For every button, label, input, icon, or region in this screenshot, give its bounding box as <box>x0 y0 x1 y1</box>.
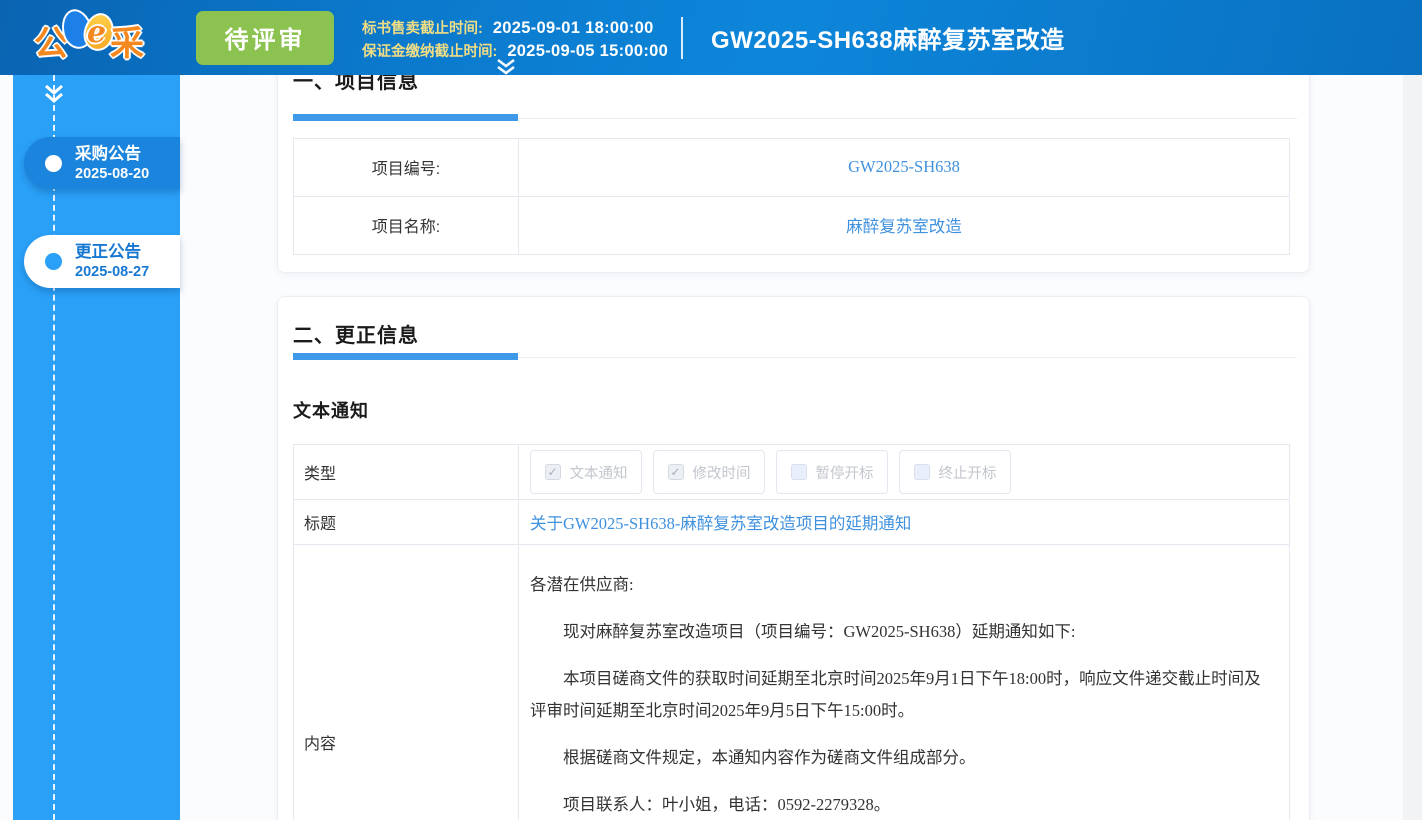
deposit-deadline-label: 保证金缴纳截止时间: <box>362 40 497 61</box>
table-row-project-number: 项目编号: GW2025-SH638 <box>294 139 1289 197</box>
checkbox-pause-bid-opening[interactable]: 暂停开标 <box>776 450 888 494</box>
notice-paragraph: 项目联系人：叶小姐，电话：0592-2279328。 <box>530 789 1265 820</box>
sidebar-item-date: 2025-08-27 <box>75 263 149 281</box>
table-row-project-name: 项目名称: 麻醉复苏室改造 <box>294 197 1289 255</box>
type-checkbox-group: ✓ 文本通知 ✓ 修改时间 暂停开标 终止开标 <box>519 450 1011 494</box>
title-label: 标题 <box>304 510 336 534</box>
section-accent-bar <box>293 353 518 360</box>
sidebar-item-label: 采购公告 <box>75 144 149 164</box>
checkbox-text-notice[interactable]: ✓ 文本通知 <box>530 450 642 494</box>
notice-title-link[interactable]: 关于GW2025-SH638-麻醉复苏室改造项目的延期通知 <box>530 510 911 534</box>
page-title: GW2025-SH638麻醉复苏室改造 <box>711 20 1065 55</box>
checkbox-checked-icon: ✓ <box>668 464 684 480</box>
section-accent-bar <box>293 114 518 121</box>
app-logo: 公 e 采 <box>34 7 144 69</box>
project-number-link[interactable]: GW2025-SH638 <box>848 157 960 177</box>
chevron-double-down-icon <box>43 83 65 103</box>
header-divider <box>681 17 683 59</box>
deposit-deadline-value: 2025-09-05 15:00:00 <box>507 42 668 61</box>
sidebar-item-correction-notice[interactable]: 更正公告 2025-08-27 <box>24 235 180 288</box>
bid-sale-deadline-label: 标书售卖截止时间: <box>362 17 483 38</box>
text-notice-heading: 文本通知 <box>293 397 369 423</box>
timeline-dot-icon <box>45 155 62 172</box>
sidebar-item-date: 2025-08-20 <box>75 165 149 183</box>
timeline-sidebar: 采购公告 2025-08-20 更正公告 2025-08-27 <box>13 75 180 820</box>
project-name-label: 项目名称: <box>372 213 440 237</box>
chevron-double-down-icon[interactable] <box>494 58 518 76</box>
timeline-dot-icon <box>45 253 62 270</box>
deadline-info: 标书售卖截止时间: 2025-09-01 18:00:00 保证金缴纳截止时间:… <box>362 13 667 63</box>
section-title-correction-info: 二、更正信息 <box>293 319 419 348</box>
status-pending-review-button[interactable]: 待评审 <box>196 11 334 65</box>
content-label: 内容 <box>304 730 336 754</box>
type-label: 类型 <box>304 460 336 484</box>
notice-paragraph: 现对麻醉复苏室改造项目（项目编号：GW2025-SH638）延期通知如下: <box>530 616 1265 648</box>
vertical-scrollbar[interactable] <box>1403 75 1422 820</box>
checkbox-unchecked-icon <box>791 464 807 480</box>
sidebar-item-procurement-notice[interactable]: 采购公告 2025-08-20 <box>24 137 180 189</box>
project-info-table: 项目编号: GW2025-SH638 项目名称: 麻醉复苏室改造 <box>293 138 1290 255</box>
project-name-link[interactable]: 麻醉复苏室改造 <box>846 213 962 237</box>
top-header: 公 e 采 待评审 标书售卖截止时间: 2025-09-01 18:00:00 … <box>0 0 1422 75</box>
notice-paragraph: 各潜在供应商: <box>530 569 1265 601</box>
notice-content: 各潜在供应商: 现对麻醉复苏室改造项目（项目编号：GW2025-SH638）延期… <box>519 545 1289 820</box>
notice-paragraph: 本项目磋商文件的获取时间延期至北京时间2025年9月1日下午18:00时，响应文… <box>530 663 1265 727</box>
bid-sale-deadline-value: 2025-09-01 18:00:00 <box>493 19 654 38</box>
table-row-title: 标题 关于GW2025-SH638-麻醉复苏室改造项目的延期通知 <box>294 500 1289 545</box>
notice-paragraph: 根据磋商文件规定，本通知内容作为磋商文件组成部分。 <box>530 742 1265 774</box>
checkbox-unchecked-icon <box>914 464 930 480</box>
checkbox-modify-time[interactable]: ✓ 修改时间 <box>653 450 765 494</box>
checkbox-checked-icon: ✓ <box>545 464 561 480</box>
sidebar-item-label: 更正公告 <box>75 242 149 262</box>
project-number-label: 项目编号: <box>372 155 440 179</box>
correction-table: 类型 ✓ 文本通知 ✓ 修改时间 暂停开标 <box>293 444 1290 820</box>
table-row-content: 内容 各潜在供应商: 现对麻醉复苏室改造项目（项目编号：GW2025-SH638… <box>294 545 1289 820</box>
logo-e-glyph: e <box>87 15 106 50</box>
table-row-type: 类型 ✓ 文本通知 ✓ 修改时间 暂停开标 <box>294 445 1289 500</box>
bid-sale-deadline-row: 标书售卖截止时间: 2025-09-01 18:00:00 <box>362 17 667 38</box>
logo-char-right: 采 <box>110 16 144 65</box>
correction-info-card: 二、更正信息 文本通知 类型 ✓ 文本通知 ✓ 修改时间 <box>277 296 1310 820</box>
checkbox-terminate-bid-opening[interactable]: 终止开标 <box>899 450 1011 494</box>
